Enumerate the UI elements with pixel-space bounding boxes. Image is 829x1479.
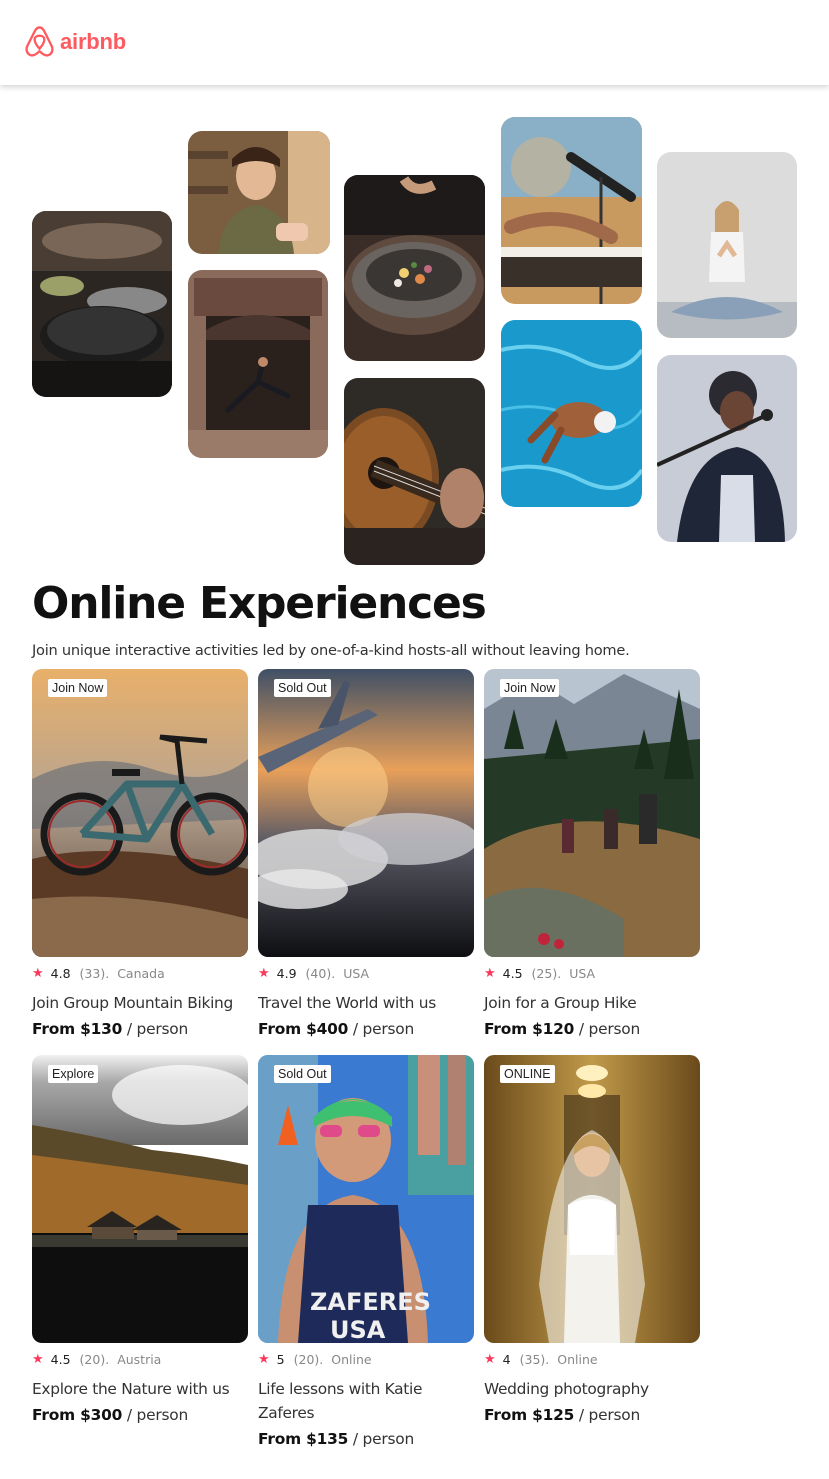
location: Canada bbox=[117, 965, 165, 981]
price-unit: / person bbox=[574, 1406, 641, 1424]
rating-row: ★ 5 (20). Online bbox=[258, 1350, 474, 1368]
location: Austria bbox=[117, 1351, 162, 1367]
card-title[interactable]: Wedding photography bbox=[484, 1377, 700, 1401]
rating-row: ★ 4.5 (20). Austria bbox=[32, 1350, 248, 1368]
chef-photo bbox=[188, 131, 330, 254]
rating-row: ★ 4.5 (25). USA bbox=[484, 964, 700, 982]
price-amount: From $125 bbox=[484, 1406, 575, 1424]
piano-microphone-photo bbox=[501, 117, 642, 304]
experience-card[interactable]: Sold Out ★ 4.9 (40). USA Travel the Worl… bbox=[258, 669, 474, 1038]
rating-value: 4.9 bbox=[276, 965, 297, 981]
rating-row: ★ 4 (35). Online bbox=[484, 1350, 700, 1368]
rating-row: ★ 4.9 (40). USA bbox=[258, 964, 474, 982]
star-icon: ★ bbox=[258, 965, 270, 981]
status-badge: Join Now bbox=[500, 679, 560, 697]
experience-card[interactable]: Explore ★ 4.5 (20). Austria Explore the … bbox=[32, 1055, 248, 1424]
page-title: Online Experiences bbox=[32, 578, 487, 629]
status-badge: Explore bbox=[48, 1065, 99, 1083]
card-price: From $130 / person bbox=[32, 1020, 248, 1038]
rating-value: 5 bbox=[276, 1351, 285, 1367]
experience-card[interactable]: Join Now ★ 4.5 (25). USA Join for a Grou… bbox=[484, 669, 700, 1038]
price-unit: / person bbox=[122, 1020, 189, 1038]
food-bowl-photo bbox=[344, 175, 485, 361]
location: Online bbox=[331, 1351, 372, 1367]
card-price: From $125 / person bbox=[484, 1406, 700, 1424]
price-amount: From $400 bbox=[258, 1020, 349, 1038]
card-photo[interactable]: Explore bbox=[32, 1055, 248, 1343]
guitar-photo bbox=[344, 378, 485, 565]
card-title[interactable]: Join for a Group Hike bbox=[484, 991, 700, 1015]
status-badge: Sold Out bbox=[274, 1065, 331, 1083]
rating-value: 4.5 bbox=[502, 965, 523, 981]
rating-value: 4.5 bbox=[50, 1351, 71, 1367]
svg-text:ZAFERES: ZAFERES bbox=[310, 1288, 431, 1316]
card-title[interactable]: Join Group Mountain Biking bbox=[32, 991, 248, 1015]
card-price: From $120 / person bbox=[484, 1020, 700, 1038]
card-title[interactable]: Explore the Nature with us bbox=[32, 1377, 248, 1401]
price-unit: / person bbox=[348, 1020, 415, 1038]
experience-card[interactable]: Join Now ★ 4.8 (33). Canada Join Group M… bbox=[32, 669, 248, 1038]
location: USA bbox=[343, 965, 370, 981]
card-price: From $135 / person bbox=[258, 1430, 474, 1448]
card-title[interactable]: Travel the World with us bbox=[258, 991, 474, 1015]
location: Online bbox=[557, 1351, 598, 1367]
card-title[interactable]: Life lessons with Katie Zaferes bbox=[258, 1377, 474, 1425]
airbnb-belo-icon bbox=[25, 26, 54, 57]
review-count: (20). bbox=[293, 1351, 324, 1367]
page-subtitle: Join unique interactive activities led b… bbox=[32, 642, 630, 659]
card-price: From $400 / person bbox=[258, 1020, 474, 1038]
review-count: (25). bbox=[531, 965, 562, 981]
status-badge: Join Now bbox=[48, 679, 108, 697]
price-amount: From $135 bbox=[258, 1430, 349, 1448]
star-icon: ★ bbox=[32, 965, 44, 981]
review-count: (33). bbox=[79, 965, 110, 981]
review-count: (20). bbox=[79, 1351, 110, 1367]
card-photo[interactable]: Sold Out bbox=[258, 669, 474, 957]
price-unit: / person bbox=[348, 1430, 415, 1448]
rating-row: ★ 4.8 (33). Canada bbox=[32, 964, 248, 982]
experience-card[interactable]: ZAFERES USA Sold Out ★ 5 (20). Online Li… bbox=[258, 1055, 474, 1448]
price-amount: From $300 bbox=[32, 1406, 123, 1424]
star-icon: ★ bbox=[32, 1351, 44, 1367]
swimmer-photo bbox=[501, 320, 642, 507]
location: USA bbox=[569, 965, 596, 981]
star-icon: ★ bbox=[484, 965, 496, 981]
price-amount: From $120 bbox=[484, 1020, 575, 1038]
svg-text:USA: USA bbox=[330, 1316, 386, 1343]
airbnb-logo-link[interactable]: airbnb bbox=[24, 25, 126, 59]
price-unit: / person bbox=[574, 1020, 641, 1038]
rating-value: 4 bbox=[502, 1351, 511, 1367]
star-icon: ★ bbox=[484, 1351, 496, 1367]
card-price: From $300 / person bbox=[32, 1406, 248, 1424]
card-photo[interactable]: Join Now bbox=[32, 669, 248, 957]
status-badge: Sold Out bbox=[274, 679, 331, 697]
card-photo[interactable]: ZAFERES USA Sold Out bbox=[258, 1055, 474, 1343]
rating-value: 4.8 bbox=[50, 965, 71, 981]
review-count: (40). bbox=[305, 965, 336, 981]
experience-card[interactable]: ONLINE ★ 4 (35). Online Wedding photogra… bbox=[484, 1055, 700, 1424]
status-badge: ONLINE bbox=[500, 1065, 555, 1083]
price-unit: / person bbox=[122, 1406, 189, 1424]
brand-wordmark: airbnb bbox=[60, 29, 127, 54]
top-navigation-bar: airbnb bbox=[0, 0, 829, 85]
review-count: (35). bbox=[519, 1351, 550, 1367]
price-amount: From $130 bbox=[32, 1020, 123, 1038]
card-photo[interactable]: Join Now bbox=[484, 669, 700, 957]
singer-photo bbox=[657, 355, 797, 542]
dancer-photo bbox=[188, 270, 328, 458]
cooking-photo bbox=[32, 211, 172, 397]
card-photo[interactable]: ONLINE bbox=[484, 1055, 700, 1343]
star-icon: ★ bbox=[258, 1351, 270, 1367]
yoga-photo bbox=[657, 152, 797, 338]
